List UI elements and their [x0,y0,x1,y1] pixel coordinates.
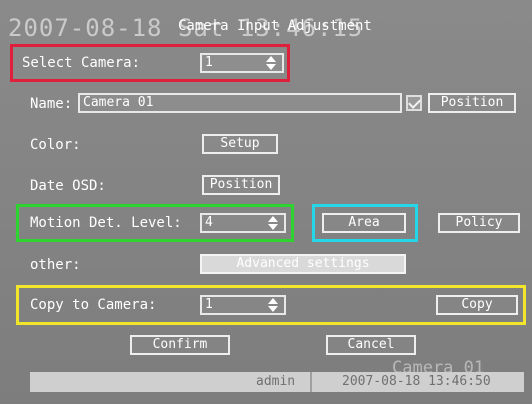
name-label: Name: [30,96,73,112]
color-setup-button[interactable]: Setup [202,134,278,154]
select-camera-value: 1 [205,55,213,70]
copy-button[interactable]: Copy [436,295,518,315]
motion-level-spinbox[interactable]: 4 [200,213,286,233]
name-show-checkbox[interactable] [406,95,422,111]
select-camera-spinbox[interactable]: 1 [200,53,284,73]
copy-to-camera-label: Copy to Camera: [30,297,157,313]
status-user: admin [256,374,296,389]
spin-arrows-icon[interactable] [268,298,278,312]
dvr-screen: 2007-08-18 Sat 13:46:15 Camera Input Adj… [0,0,532,404]
dialog-title: Camera Input Adjustment [178,18,372,34]
motion-policy-button[interactable]: Policy [438,213,520,233]
date-osd-label: Date OSD: [30,178,106,194]
copy-to-camera-spinbox[interactable]: 1 [200,295,286,315]
advanced-settings-button[interactable]: Advanced settings [200,254,406,274]
motion-level-label: Motion Det. Level: [30,215,182,231]
motion-area-button[interactable]: Area [322,213,406,233]
spin-arrows-icon[interactable] [266,56,276,70]
other-label: other: [30,257,81,273]
spin-arrows-icon[interactable] [268,216,278,230]
select-camera-label: Select Camera: [22,55,141,71]
name-input[interactable]: Camera 01 [78,93,402,113]
color-label: Color: [30,137,81,153]
date-osd-position-button[interactable]: Position [202,175,280,195]
copy-to-camera-value: 1 [205,297,213,312]
status-datetime: 2007-08-18 13:46:50 [342,374,491,389]
confirm-button[interactable]: Confirm [130,335,230,355]
status-bar: admin 2007-08-18 13:46:50 [30,372,524,392]
motion-level-value: 4 [205,215,213,230]
name-position-button[interactable]: Position [428,93,516,113]
cancel-button[interactable]: Cancel [326,335,416,355]
status-divider [310,372,312,392]
